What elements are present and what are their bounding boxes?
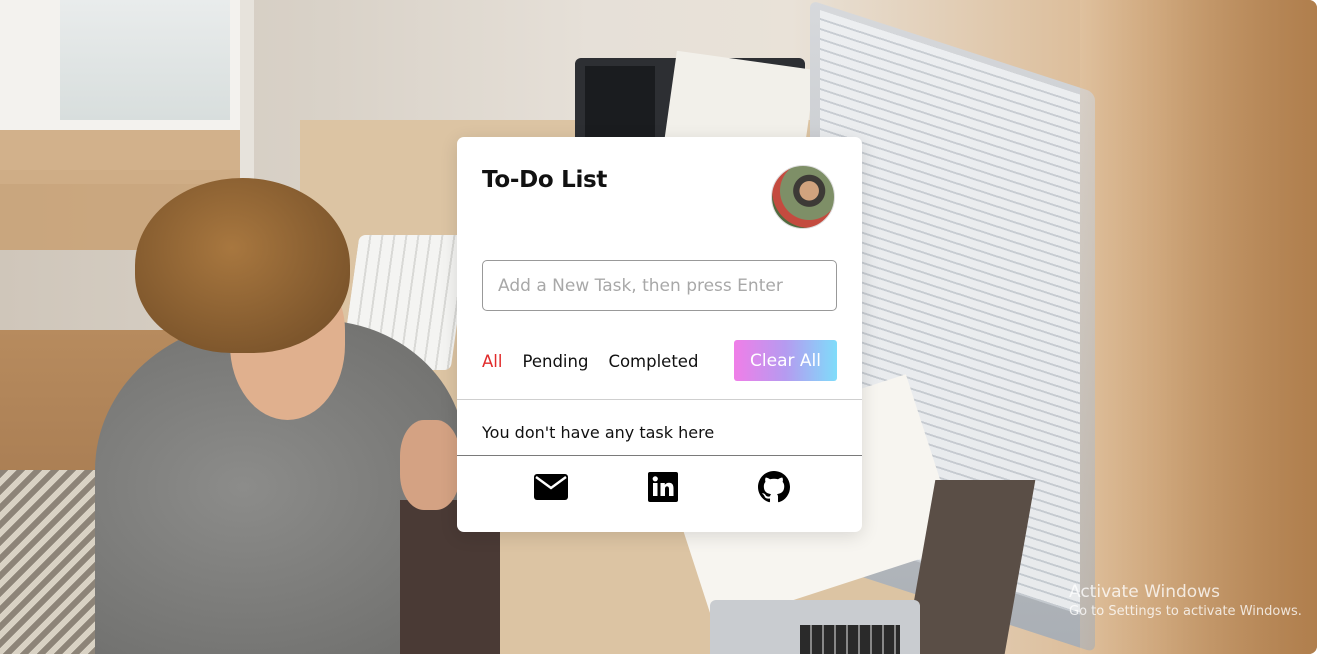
activate-windows-watermark: Activate Windows Go to Settings to activ… xyxy=(1069,581,1302,621)
github-icon[interactable] xyxy=(757,470,791,504)
footer-divider xyxy=(457,455,862,456)
empty-task-message: You don't have any task here xyxy=(482,423,715,442)
mail-icon[interactable] xyxy=(534,470,568,504)
todo-card: To-Do List All Pending Completed Clear A… xyxy=(457,137,862,532)
filter-all[interactable]: All xyxy=(482,352,502,371)
background-person-arm xyxy=(400,420,460,510)
page-title: To-Do List xyxy=(482,167,608,193)
avatar xyxy=(771,165,835,229)
background-rug xyxy=(0,470,110,654)
background-person-hair xyxy=(135,178,350,353)
background-laptop-screen xyxy=(585,66,655,142)
watermark-subtitle: Go to Settings to activate Windows. xyxy=(1069,604,1302,619)
filter-tabs: All Pending Completed xyxy=(482,352,698,371)
background-laptop-keys xyxy=(800,625,900,654)
new-task-input[interactable] xyxy=(482,260,837,311)
background-window-glass xyxy=(60,0,230,120)
filter-pending[interactable]: Pending xyxy=(522,352,588,371)
linkedin-icon[interactable] xyxy=(646,470,680,504)
divider xyxy=(457,399,862,400)
clear-all-button[interactable]: Clear All xyxy=(734,340,837,381)
filter-completed[interactable]: Completed xyxy=(608,352,698,371)
watermark-title: Activate Windows xyxy=(1069,582,1220,602)
background-glow xyxy=(1080,0,1317,654)
